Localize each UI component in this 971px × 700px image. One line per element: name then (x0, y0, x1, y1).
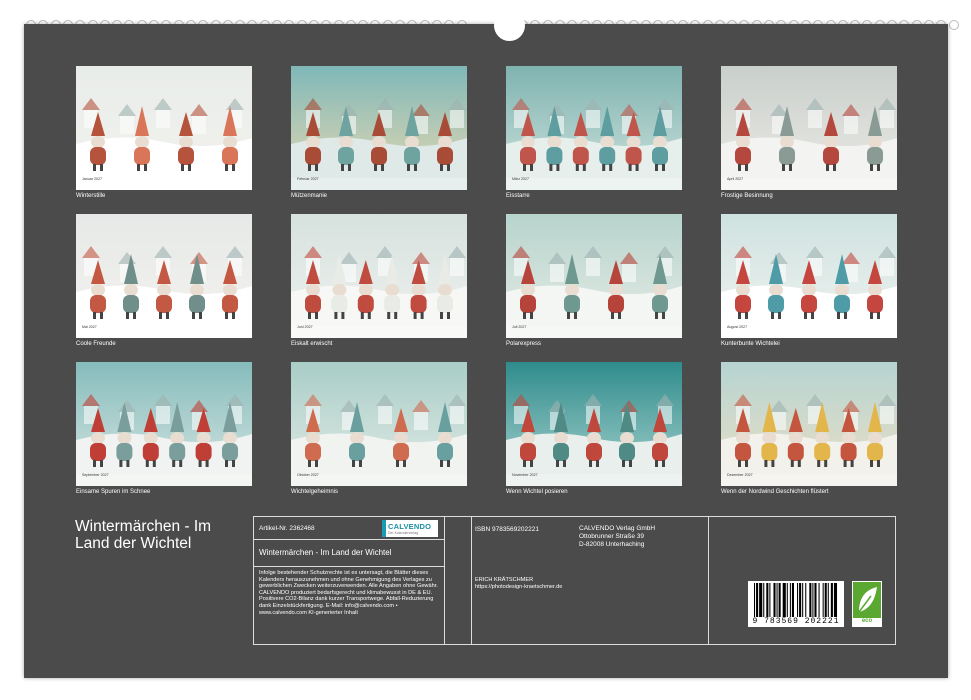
month-illustration (76, 362, 252, 486)
month-illustration (291, 362, 467, 486)
month-caption: Eiskalt erwischt (291, 341, 333, 347)
month-label: Mai 2027 (82, 325, 97, 329)
month-tile: März 2027 Eisstarre (506, 66, 682, 199)
month-label: April 2027 (727, 177, 744, 181)
eco-badge: eco (852, 581, 882, 627)
month-tile: August 2027 Kunterbunte Wichtelei (721, 214, 897, 347)
month-illustration (721, 66, 897, 190)
month-caption: Einsame Spuren im Schnee (76, 489, 151, 495)
month-illustration (506, 362, 682, 486)
month-tile: Juni 2027 Eiskalt erwischt (291, 214, 467, 347)
panel-divider-1 (444, 517, 445, 644)
panel-divider-2 (471, 517, 472, 644)
month-label: Februar 2027 (297, 177, 319, 181)
month-illustration (291, 66, 467, 190)
info-panel: Artikel-Nr. 2362468 CALVENDO Der Kalende… (253, 516, 896, 645)
publisher-city: D-82008 Unterhaching (579, 541, 645, 548)
month-illustration (291, 214, 467, 338)
month-caption: Eisstarre (506, 193, 530, 199)
publisher-street: Ottobrunner Straße 39 (579, 533, 645, 540)
calendar-title: Wintermärchen - Im Land der Wichtel (75, 518, 212, 552)
isbn-barcode: 9 783569 202221 (748, 581, 844, 627)
month-caption: Coole Freunde (76, 341, 116, 347)
month-label: September 2027 (82, 473, 109, 477)
month-illustration (506, 66, 682, 190)
month-caption: Wenn der Nordwind Geschichten flüstert (721, 489, 829, 495)
calendar-back-sheet: Januar 2027 Winterstille Februar 2027 Mü… (24, 10, 948, 678)
month-illustration (506, 214, 682, 338)
barcode-bars (754, 583, 838, 617)
eco-leaf-icon (853, 582, 881, 618)
article-number: Artikel-Nr. 2362468 (259, 525, 315, 532)
isbn: ISBN 9783569202221 (475, 526, 539, 533)
month-caption: Mützenmanie (291, 193, 328, 199)
month-caption: Winterstille (76, 193, 106, 199)
author-name: ERICH KRÄTSCHMER (475, 577, 534, 583)
hanging-notch (494, 10, 525, 41)
month-tile: April 2027 Frostige Besinnung (721, 66, 897, 199)
month-illustration (76, 214, 252, 338)
logo-accent (382, 520, 386, 537)
month-tile: September 2027 Einsame Spuren im Schnee (76, 362, 252, 495)
month-tile: November 2027 Wenn Wichtel posieren (506, 362, 682, 495)
legal-text: Infolge bestehender Schutzrechte ist es … (259, 570, 438, 616)
eco-label: eco (861, 618, 873, 624)
barcode-number: 9 783569 202221 (752, 617, 840, 626)
month-label: Oktober 2027 (297, 473, 319, 477)
month-label: März 2027 (512, 177, 529, 181)
month-caption: Wichtelgeheimnis (291, 489, 339, 495)
panel-hline-1 (254, 539, 444, 540)
month-tile: Februar 2027 Mützenmanie (291, 66, 467, 199)
month-illustration (721, 214, 897, 338)
panel-hline-2 (254, 566, 444, 567)
panel-divider-3 (708, 517, 709, 644)
month-tile: Mai 2027 Coole Freunde (76, 214, 252, 347)
month-label: November 2027 (512, 473, 538, 477)
month-label: Juni 2027 (297, 325, 313, 329)
month-illustration (721, 362, 897, 486)
author-url: https://photodesign-kraetschmer.de (475, 584, 563, 590)
binding-ring (948, 20, 959, 30)
month-label: Januar 2027 (82, 177, 102, 181)
month-label: Juli 2027 (512, 325, 527, 329)
month-caption: Polarexpress (506, 341, 542, 347)
product-title: Wintermärchen - Im Land der Wichtel (259, 548, 392, 557)
month-label: Dezember 2027 (727, 473, 753, 477)
month-caption: Wenn Wichtel posieren (506, 489, 568, 495)
month-tile: Oktober 2027 Wichtelgeheimnis (291, 362, 467, 495)
logo-subtext: Der Kalenderverlag (388, 531, 419, 535)
calvendo-logo: CALVENDO Der Kalenderverlag (382, 520, 438, 537)
publisher-name: CALVENDO Verlag GmbH (579, 525, 656, 532)
month-label: August 2027 (727, 325, 748, 329)
month-caption: Kunterbunte Wichtelei (721, 341, 780, 347)
month-tile: Januar 2027 Winterstille (76, 66, 252, 199)
month-tile: Juli 2027 Polarexpress (506, 214, 682, 347)
month-tile: Dezember 2027 Wenn der Nordwind Geschich… (721, 362, 897, 495)
month-illustration (76, 66, 252, 190)
month-caption: Frostige Besinnung (721, 193, 773, 199)
logo-text: CALVENDO (388, 522, 432, 531)
